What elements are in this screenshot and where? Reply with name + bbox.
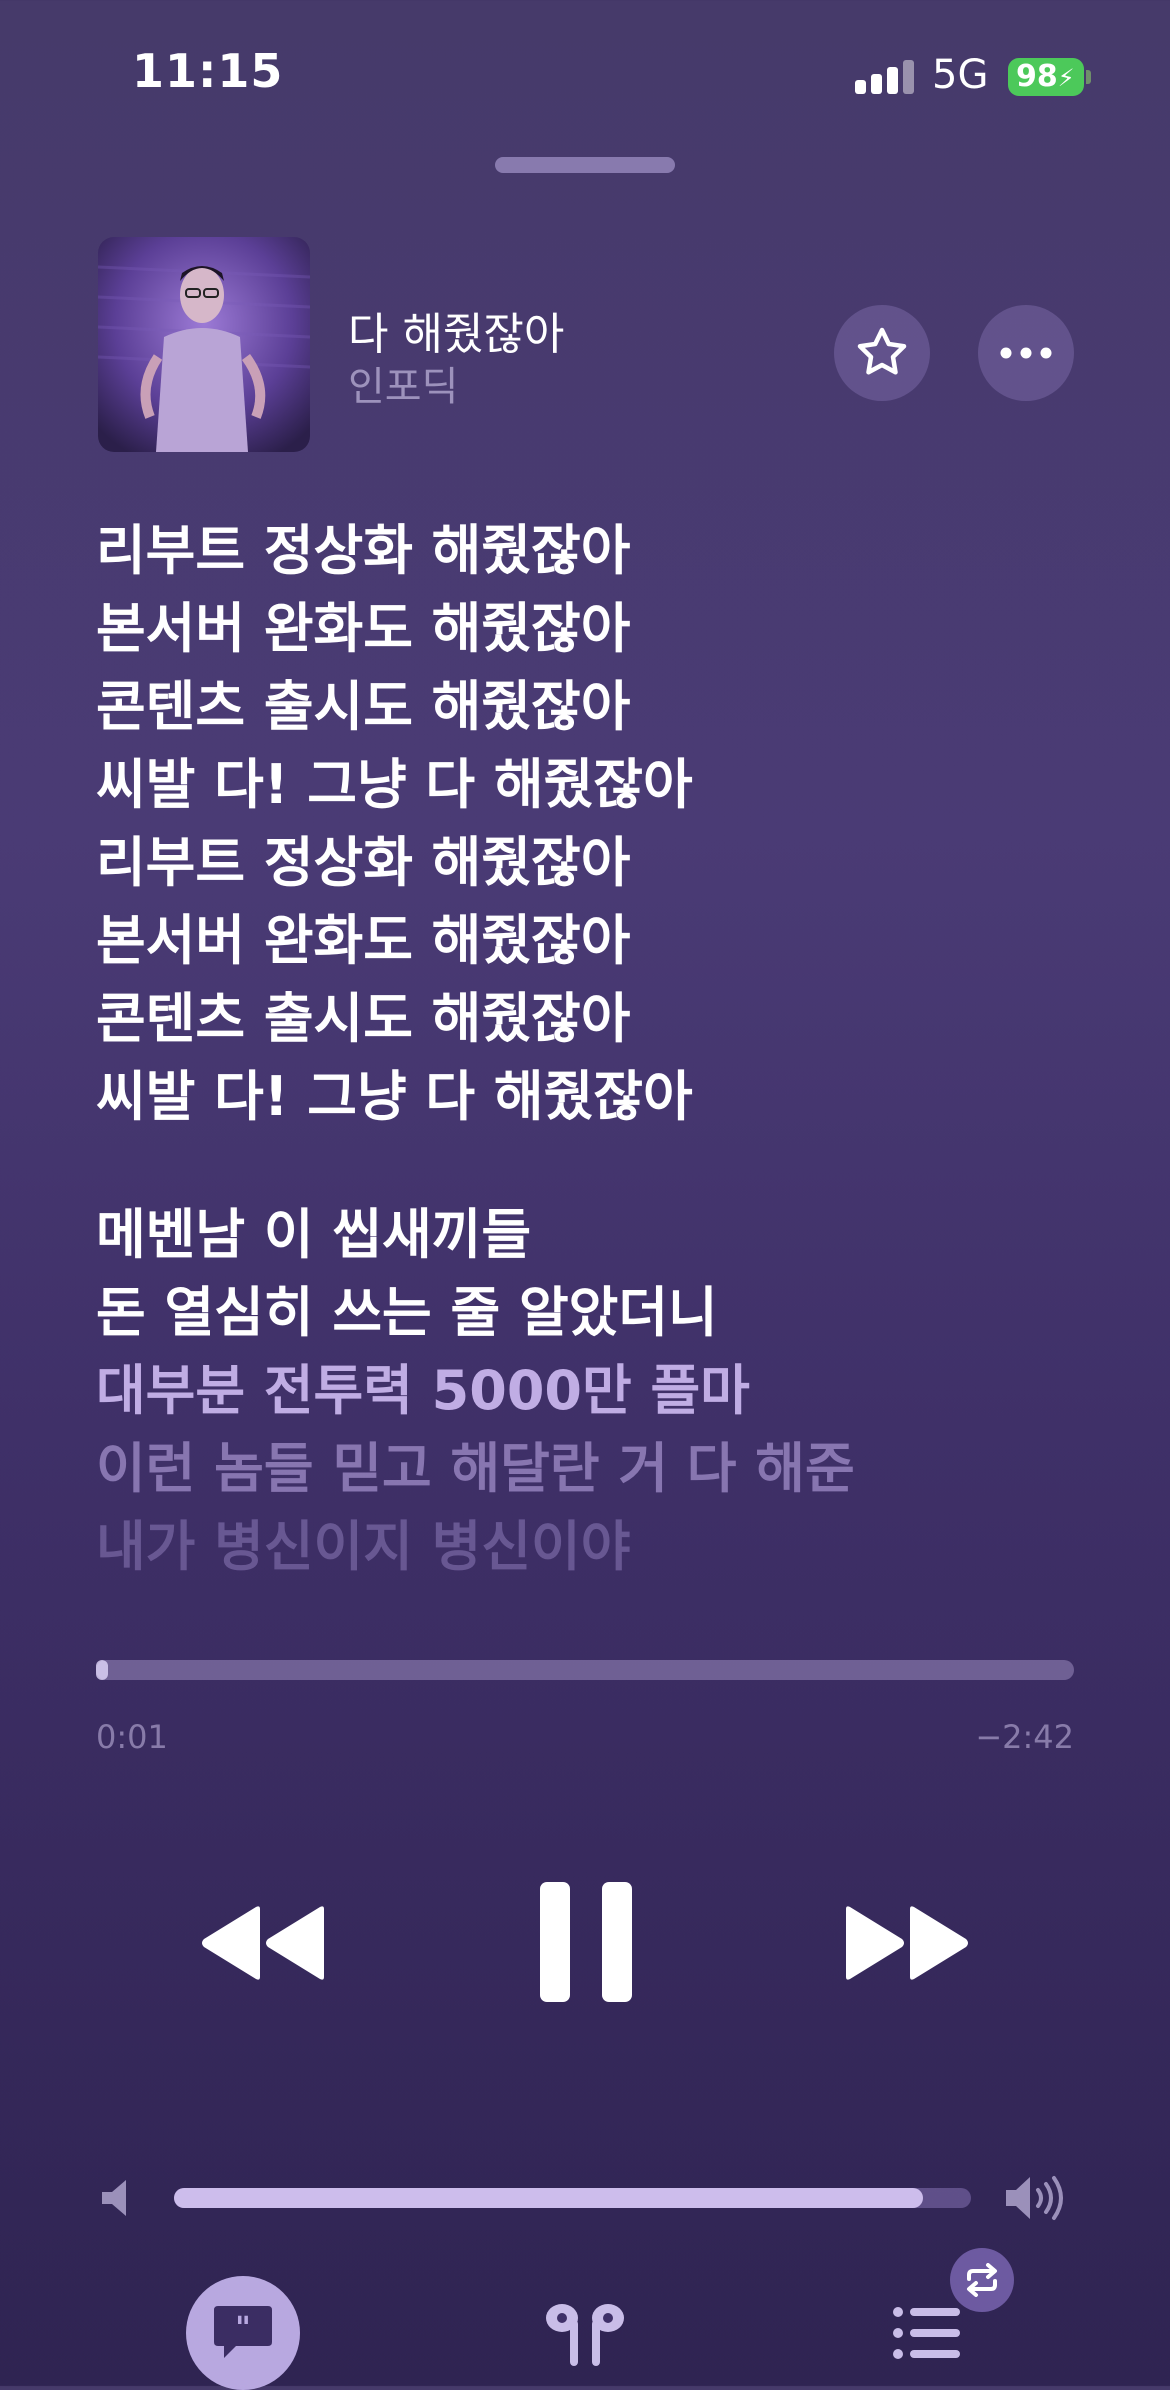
- lyric-line[interactable]: 씨발 다! 그냥 다 해줬잖아: [96, 1058, 1076, 1136]
- lyric-line[interactable]: 콘텐츠 출시도 해줬잖아: [96, 668, 1076, 746]
- repeat-button[interactable]: [950, 2248, 1014, 2312]
- lyric-line[interactable]: 리부트 정상화 해줬잖아: [96, 512, 1076, 590]
- repeat-icon: [967, 2263, 997, 2297]
- battery-nub: [1086, 70, 1091, 84]
- lyric-line[interactable]: 메벤남 이 씹새끼들: [96, 1196, 1076, 1274]
- lyric-line[interactable]: 내가 병신이지 병신이야: [96, 1508, 1076, 1586]
- cellular-signal-icon: [855, 58, 915, 94]
- lyrics-view[interactable]: 리부트 정상화 해줬잖아 본서버 완화도 해줬잖아 콘텐츠 출시도 해줬잖아 씨발 다…: [96, 512, 1076, 1586]
- lyric-line[interactable]: 대부분 전투력 5000만 플마: [96, 1352, 1076, 1430]
- sheet-grabber[interactable]: [495, 157, 675, 173]
- fast-forward-button[interactable]: [840, 1905, 970, 1981]
- lyric-line[interactable]: 돈 열심히 쓰는 줄 알았더니: [96, 1274, 1076, 1352]
- lyric-line[interactable]: 본서버 완화도 해줬잖아: [96, 902, 1076, 980]
- more-options-button[interactable]: [978, 305, 1074, 401]
- network-type: 5G: [932, 52, 989, 98]
- artist-name[interactable]: 인포딕: [348, 354, 458, 412]
- lyric-line[interactable]: 리부트 정상화 해줬잖아: [96, 824, 1076, 902]
- battery-icon: 98⚡: [1008, 58, 1084, 96]
- volume-slider-fill: [174, 2188, 924, 2208]
- remaining-time: −2:42: [975, 1718, 1074, 1756]
- airpods-icon[interactable]: [540, 2300, 630, 2370]
- playback-progress-bar[interactable]: [96, 1660, 1074, 1680]
- favorite-button[interactable]: [834, 305, 930, 401]
- star-icon: [857, 327, 907, 375]
- playback-progress-fill: [96, 1660, 108, 1680]
- quote-bubble-icon: ": [214, 2306, 272, 2358]
- lyric-line[interactable]: 씨발 다! 그냥 다 해줬잖아: [96, 746, 1076, 824]
- status-time: 11:15: [132, 44, 284, 98]
- song-title: 다 해줬잖아: [348, 309, 565, 360]
- volume-low-icon: [102, 2180, 126, 2216]
- ellipsis-icon: [1000, 347, 1052, 359]
- lyrics-stanza-gap: [96, 1136, 1076, 1196]
- queue-list-icon[interactable]: [892, 2306, 962, 2360]
- lyrics-toggle-button[interactable]: ": [186, 2276, 300, 2390]
- battery-level: 98: [1016, 59, 1058, 94]
- lyric-line[interactable]: 본서버 완화도 해줬잖아: [96, 590, 1076, 668]
- rewind-button[interactable]: [200, 1905, 330, 1981]
- volume-high-icon: [1006, 2176, 1063, 2220]
- lyric-line[interactable]: 콘텐츠 출시도 해줬잖아: [96, 980, 1076, 1058]
- album-art[interactable]: [98, 237, 310, 452]
- lyric-line[interactable]: 이런 놈들 믿고 해달란 거 다 해준: [96, 1430, 1076, 1508]
- svg-text:": ": [235, 2311, 251, 2346]
- elapsed-time: 0:01: [96, 1718, 168, 1756]
- pause-button[interactable]: [536, 1880, 636, 2004]
